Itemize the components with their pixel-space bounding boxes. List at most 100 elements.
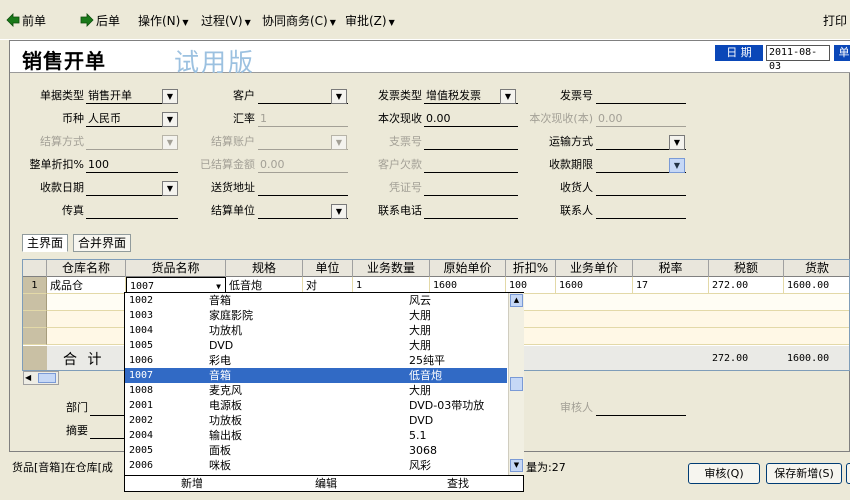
col-header[interactable]: 折扣% [506, 260, 556, 277]
col-header[interactable]: 货品名称 [126, 260, 226, 277]
list-item-code: 1007 [129, 370, 154, 381]
title-bar: 销售开单 试用版 日 期 2011-08-03 单 [10, 41, 850, 77]
tab-merge[interactable]: 合并界面 [73, 234, 132, 252]
invoice-no-field[interactable] [596, 88, 686, 104]
prev-button[interactable]: 前单 [6, 13, 46, 29]
dropdown-edit-button[interactable]: 编辑 [315, 476, 337, 492]
col-header[interactable]: 仓库名称 [47, 260, 126, 277]
list-item[interactable]: 2006 咪板 风彩 [125, 458, 507, 473]
list-item-spec: DVD-03带功放 [409, 399, 485, 412]
list-item[interactable]: 2004 输出板 5.1 [125, 428, 507, 443]
doc-button[interactable]: 单 [834, 45, 850, 61]
list-item-code: 1004 [129, 325, 154, 336]
discount-field[interactable]: 100 [86, 157, 178, 173]
list-item[interactable]: 2002 功放板 DVD [125, 413, 507, 428]
due-label: 收款期限 [549, 158, 593, 171]
cell-item-code: 1007 [130, 281, 155, 292]
list-item[interactable]: 2005 面板 3068 [125, 443, 507, 458]
col-header[interactable]: 规格 [226, 260, 303, 277]
dropdown-footer: 新增 编辑 查找 [125, 475, 523, 491]
cell-tax-rate[interactable]: 17 [633, 277, 709, 294]
process-menu-label: 过程(V) [201, 14, 243, 28]
list-item[interactable]: 2001 电源板 DVD-03带功放 [125, 398, 507, 413]
scroll-thumb[interactable] [510, 377, 523, 391]
total-tax: 272.00 [712, 353, 749, 364]
col-header[interactable]: 货款 [784, 260, 850, 277]
status-text-right: 量为:27 [526, 461, 566, 474]
chevron-down-icon[interactable]: ▼ [669, 135, 685, 150]
dropdown-find-button[interactable]: 查找 [447, 476, 469, 492]
dropdown-add-button[interactable]: 新增 [181, 476, 203, 492]
tab-main[interactable]: 主界面 [22, 234, 69, 252]
arrow-up-icon[interactable]: ▲ [510, 294, 523, 307]
invoice-type-label: 发票类型 [378, 89, 422, 102]
cell-tax[interactable]: 272.00 [709, 277, 784, 294]
memo-field[interactable] [90, 423, 124, 439]
current-receive-field[interactable]: 0.00 [424, 111, 518, 127]
list-item[interactable]: 1008 麦克风 大朋 [125, 383, 507, 398]
chevron-down-icon[interactable]: ▼ [162, 89, 178, 104]
contact-field[interactable] [596, 203, 686, 219]
ship-address-label: 送货地址 [211, 181, 255, 194]
cell-price[interactable]: 1600 [556, 277, 633, 294]
phone-field[interactable] [424, 203, 518, 219]
row-header [23, 311, 47, 328]
customer-owed-field [424, 157, 518, 173]
scroll-thumb[interactable] [38, 373, 56, 383]
invoice-no-label: 发票号 [560, 89, 593, 102]
vertical-scrollbar[interactable]: ▲ ▼ [508, 293, 524, 475]
cheque-field[interactable] [424, 134, 518, 150]
chevron-down-icon[interactable]: ▼ [331, 204, 347, 219]
list-item[interactable]: 1007 音箱 低音炮 [125, 368, 507, 383]
save-new-button[interactable]: 保存新增(S) [766, 463, 842, 484]
reviewer-field [596, 400, 686, 416]
list-item-spec: 风云 [409, 294, 431, 307]
list-item[interactable]: 1006 彩电 25纯平 [125, 353, 507, 368]
list-item-name: 彩电 [209, 354, 231, 367]
list-item[interactable]: 1002 音箱 风云 [125, 293, 507, 308]
more-button[interactable] [846, 463, 850, 484]
col-header[interactable]: 税额 [709, 260, 784, 277]
list-item-code: 2004 [129, 430, 154, 441]
consignee-label: 收货人 [560, 181, 593, 194]
col-header[interactable]: 原始单价 [430, 260, 506, 277]
current-receive-local-label: 本次现收(本) [529, 112, 593, 125]
consignee-field[interactable] [596, 180, 686, 196]
col-header[interactable]: 单位 [303, 260, 353, 277]
fax-field[interactable] [86, 203, 178, 219]
chevron-down-icon[interactable]: ▼ [331, 89, 347, 104]
chevron-down-icon[interactable]: ▼ [669, 158, 685, 173]
approve-menu[interactable]: 审批(Z) ▼ [345, 13, 395, 29]
cell-warehouse[interactable]: 成品仓 [47, 277, 126, 294]
voucher-field[interactable] [424, 180, 518, 196]
list-item-spec: 3068 [409, 444, 437, 457]
list-item[interactable]: 1004 功放机 大朋 [125, 323, 507, 338]
chevron-down-icon[interactable]: ▼ [162, 112, 178, 127]
print-button[interactable]: 打印 [823, 13, 847, 29]
list-item-name: 电源板 [209, 399, 242, 412]
rate-field: 1 [258, 111, 348, 127]
arrow-down-icon[interactable]: ▼ [510, 459, 523, 472]
date-label: 日 期 [715, 45, 763, 61]
chevron-down-icon[interactable]: ▼ [162, 181, 178, 196]
ship-address-field[interactable] [258, 180, 348, 196]
col-header[interactable]: 业务数量 [353, 260, 430, 277]
settled-field: 0.00 [258, 157, 348, 173]
list-item-spec: 大朋 [409, 384, 431, 397]
cell-amount[interactable]: 1600.00 [784, 277, 850, 294]
chevron-down-icon[interactable]: ▼ [500, 89, 516, 104]
date-input[interactable]: 2011-08-03 [766, 45, 830, 72]
process-menu[interactable]: 过程(V) ▼ [201, 13, 251, 29]
arrow-left-icon[interactable]: ◀ [25, 372, 31, 384]
col-header[interactable]: 税率 [633, 260, 709, 277]
dept-field[interactable] [90, 400, 124, 416]
audit-button[interactable]: 审核(Q) [688, 463, 760, 484]
col-header[interactable]: 业务单价 [556, 260, 633, 277]
next-button[interactable]: 后单 [80, 13, 120, 29]
chevron-down-icon: ▼ [244, 18, 251, 27]
operate-menu[interactable]: 操作(N) ▼ [138, 13, 189, 29]
list-item[interactable]: 1005 DVD 大朋 [125, 338, 507, 353]
horizontal-scrollbar[interactable]: ◀ [23, 371, 59, 385]
list-item[interactable]: 1003 家庭影院 大朋 [125, 308, 507, 323]
collab-menu[interactable]: 协同商务(C) ▼ [262, 13, 336, 29]
